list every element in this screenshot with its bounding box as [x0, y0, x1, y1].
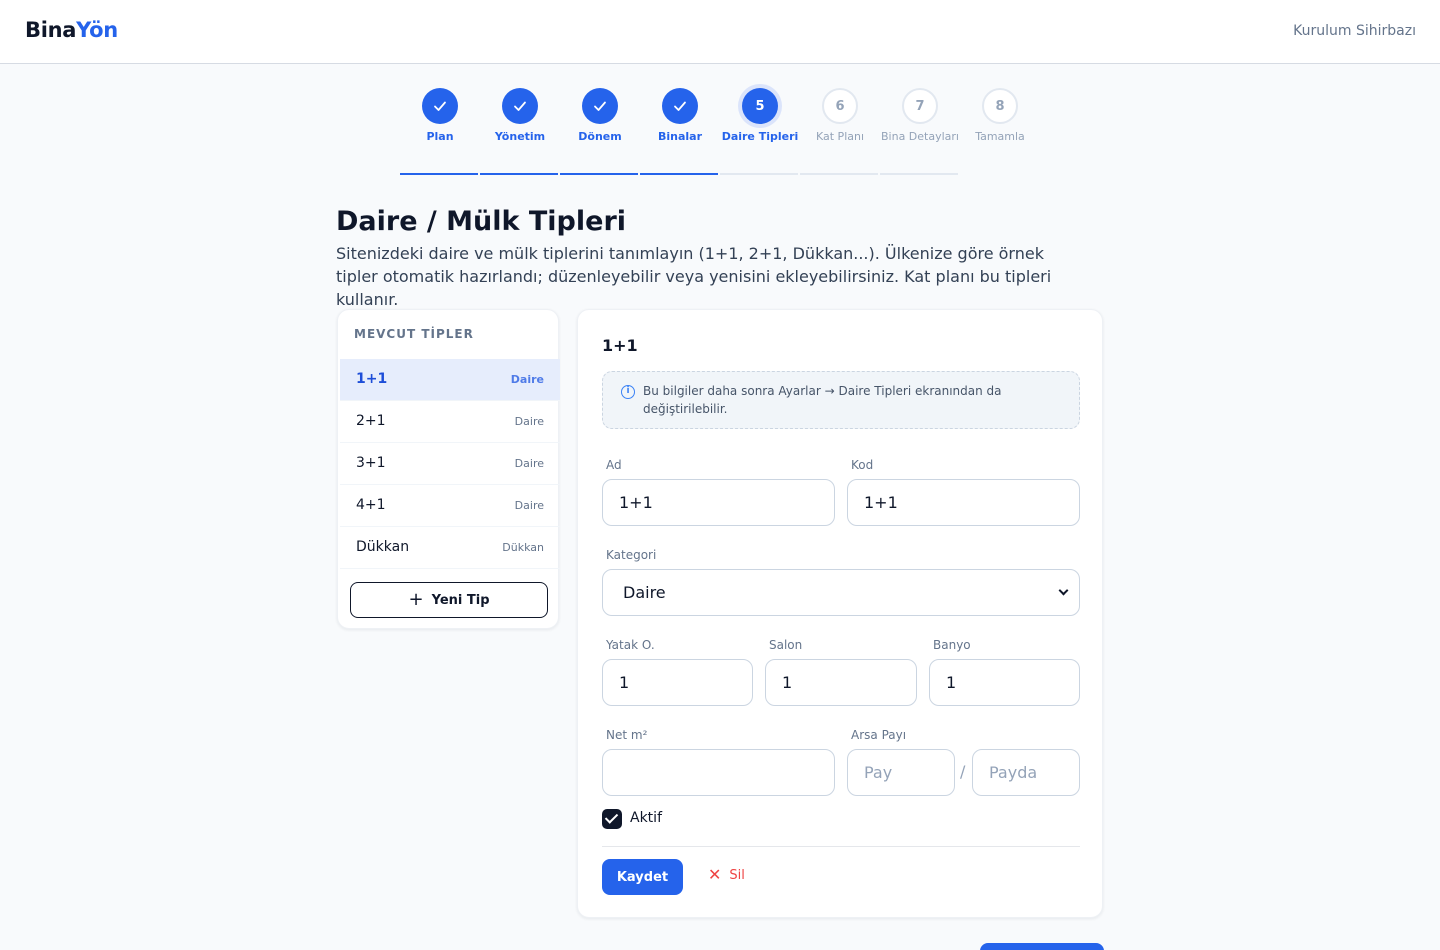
type-form-card: 1+1 i Bu bilgiler daha sonra Ayarlar → D…: [577, 309, 1103, 918]
new-type-label: Yeni Tip: [431, 592, 490, 608]
progress-segment: [560, 173, 638, 175]
type-name: 1+1: [356, 371, 388, 387]
type-item-1-1[interactable]: 1+1 Daire: [340, 359, 560, 401]
code-input[interactable]: [847, 479, 1080, 526]
check-icon: [662, 88, 698, 124]
close-icon: ✕: [708, 865, 722, 884]
progress-segment: [880, 173, 958, 175]
plus-icon: +: [408, 589, 424, 610]
type-item-4-1[interactable]: 4+1 Daire: [340, 485, 560, 527]
step-label: Plan: [426, 130, 454, 143]
living-rooms-label: Salon: [769, 638, 803, 652]
category-value: Daire: [623, 583, 666, 602]
save-button[interactable]: Kaydet: [602, 859, 683, 895]
next-button[interactable]: [980, 943, 1104, 950]
category-label: Kategori: [606, 548, 657, 562]
step-number: 5: [742, 88, 778, 124]
step-number: 6: [822, 88, 858, 124]
step-number: 8: [982, 88, 1018, 124]
check-icon: [422, 88, 458, 124]
land-share-label: Arsa Payı: [851, 728, 907, 742]
brand-part1: Bina: [25, 18, 77, 42]
code-label: Kod: [851, 458, 874, 472]
types-list-heading: MEVCUT TİPLER: [354, 327, 474, 341]
type-category: Daire: [514, 415, 544, 428]
chevron-down-icon: [1058, 585, 1069, 596]
step-plan[interactable]: Plan: [400, 88, 480, 144]
info-box: i Bu bilgiler daha sonra Ayarlar → Daire…: [602, 371, 1080, 429]
step-bina-detaylari[interactable]: 7 Bina Detayları: [880, 88, 960, 144]
type-item-3-1[interactable]: 3+1 Daire: [340, 443, 560, 485]
name-label: Ad: [606, 458, 622, 472]
info-icon: i: [621, 385, 635, 399]
step-label: Yönetim: [494, 130, 546, 143]
type-name: Dükkan: [356, 539, 410, 555]
brand-part2: Yön: [76, 18, 118, 42]
category-select[interactable]: Daire: [602, 569, 1080, 616]
step-number: 7: [902, 88, 938, 124]
step-tamamla[interactable]: 8 Tamamla: [960, 88, 1040, 144]
wizard-label: Kurulum Sihirbazı: [1293, 23, 1416, 39]
land-share-denominator-input[interactable]: [972, 749, 1080, 796]
step-label: Dönem: [578, 130, 622, 143]
type-category: Dükkan: [502, 541, 544, 554]
land-share-separator: /: [960, 762, 966, 781]
step-label: Binalar: [657, 130, 703, 143]
brand-logo[interactable]: BinaYön: [25, 18, 118, 42]
form-title: 1+1: [602, 336, 638, 355]
bedrooms-label: Yatak O.: [606, 638, 655, 652]
top-bar: BinaYön Kurulum Sihirbazı: [0, 0, 1440, 64]
step-yonetim[interactable]: Yönetim: [480, 88, 560, 144]
active-label[interactable]: Aktif: [630, 810, 662, 826]
progress-segment: [800, 173, 878, 175]
net-area-input[interactable]: [602, 749, 835, 796]
type-name: 2+1: [356, 413, 386, 429]
new-type-button[interactable]: + Yeni Tip: [350, 582, 548, 618]
bedrooms-input[interactable]: [602, 659, 753, 706]
check-icon: [502, 88, 538, 124]
wizard-stepper: Plan Yönetim Dönem Binalar 5 Daire Tiple…: [400, 88, 1040, 178]
progress-segment: [400, 173, 478, 175]
step-binalar[interactable]: Binalar: [640, 88, 720, 144]
types-list-card: MEVCUT TİPLER 1+1 Daire 2+1 Daire 3+1 Da…: [337, 309, 560, 629]
progress-segment: [720, 173, 798, 175]
step-kat-plani[interactable]: 6 Kat Planı: [800, 88, 880, 144]
net-area-label: Net m²: [606, 728, 648, 742]
type-category: Daire: [514, 457, 544, 470]
check-icon: [582, 88, 618, 124]
divider: [602, 846, 1080, 847]
type-category: Daire: [514, 499, 544, 512]
step-label: Kat Planı: [815, 130, 865, 143]
living-rooms-input[interactable]: [765, 659, 917, 706]
bathrooms-input[interactable]: [929, 659, 1080, 706]
type-item-2-1[interactable]: 2+1 Daire: [340, 401, 560, 443]
step-label: Tamamla: [975, 130, 1025, 143]
page-title: Daire / Mülk Tipleri: [336, 206, 627, 237]
step-donem[interactable]: Dönem: [560, 88, 640, 144]
bathrooms-label: Banyo: [933, 638, 971, 652]
active-checkbox[interactable]: [602, 809, 622, 829]
step-label: Bina Detayları: [881, 130, 959, 143]
progress-segment: [640, 173, 718, 175]
land-share-numerator-input[interactable]: [847, 749, 955, 796]
name-input[interactable]: [602, 479, 835, 526]
step-daire-tipleri[interactable]: 5 Daire Tipleri: [720, 88, 800, 144]
delete-button[interactable]: ✕ Sil: [708, 867, 745, 883]
type-name: 3+1: [356, 455, 386, 471]
delete-label: Sil: [729, 867, 745, 883]
page-description: Sitenizdeki daire ve mülk tiplerini tanı…: [336, 244, 1052, 309]
type-name: 4+1: [356, 497, 386, 513]
type-category: Daire: [510, 373, 544, 386]
type-item-dukkan[interactable]: Dükkan Dükkan: [340, 527, 560, 569]
info-text: Bu bilgiler daha sonra Ayarlar → Daire T…: [643, 384, 1002, 416]
progress-segment: [480, 173, 558, 175]
step-label: Daire Tipleri: [721, 130, 799, 143]
